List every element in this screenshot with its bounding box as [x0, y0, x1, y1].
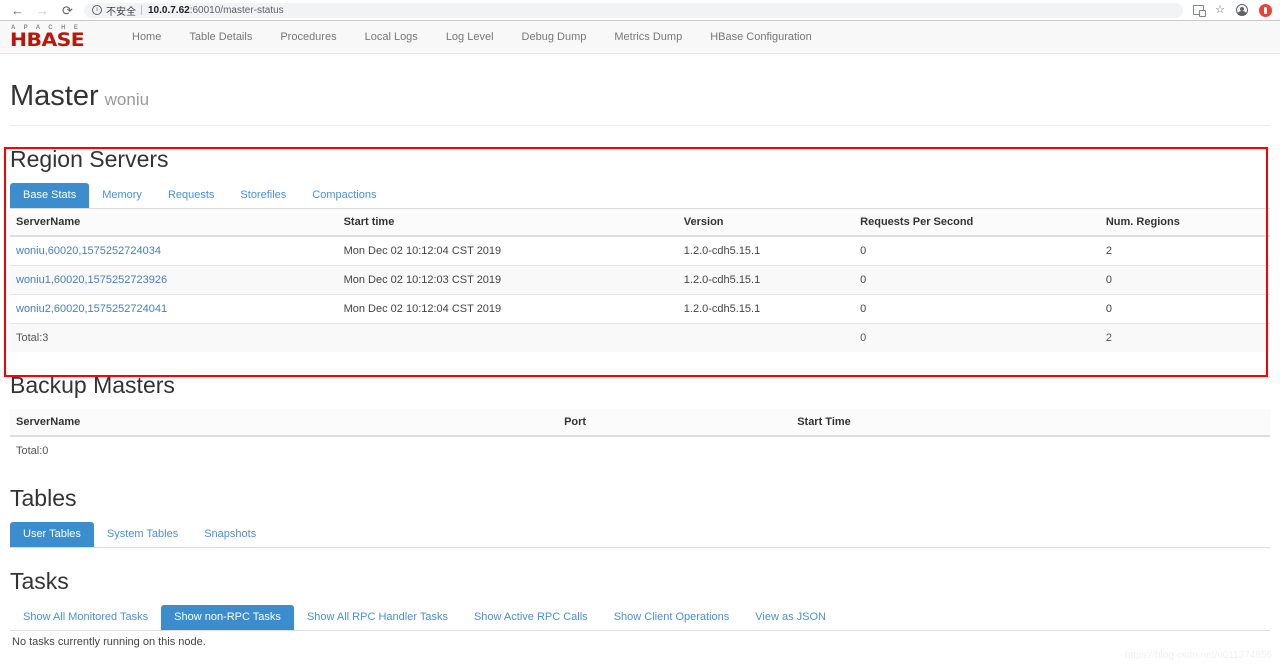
tab-user-tables[interactable]: User Tables	[10, 522, 94, 547]
nav-link-table-details[interactable]: Table Details	[175, 21, 266, 54]
table-total-row: Total:3 0 2	[10, 323, 1270, 352]
forward-icon[interactable]: →	[36, 4, 49, 17]
red-extension-icon[interactable]	[1259, 3, 1272, 17]
region-server-link[interactable]: woniu,60020,1575252724034	[16, 245, 161, 257]
tab-show-non-rpc-tasks[interactable]: Show non-RPC Tasks	[161, 605, 294, 630]
column-header-start-time: Start time	[337, 209, 678, 237]
cell-servername: woniu2,60020,1575252724041	[10, 294, 338, 324]
hbase-navbar: A P A C H E HBASE Home Table Details Pro…	[0, 21, 1280, 54]
watermark-text: https://blog.csdn.net/u011374856	[1124, 650, 1272, 661]
cell-servername: woniu,60020,1575252724034	[10, 235, 338, 266]
column-header-num-regions: Num. Regions	[1099, 209, 1270, 237]
tab-snapshots[interactable]: Snapshots	[191, 522, 269, 547]
column-header-backup-start-time: Start Time	[791, 409, 1270, 437]
cell-version: 1.2.0-cdh5.15.1	[677, 235, 855, 266]
region-servers-heading: Region Servers	[10, 146, 169, 172]
table-header-row: ServerName Start time Version Requests P…	[10, 209, 1270, 237]
bookmark-star-icon[interactable]: ☆	[1215, 4, 1225, 16]
tab-show-client-operations[interactable]: Show Client Operations	[601, 605, 743, 630]
cell-total-label: Total:3	[10, 323, 338, 352]
backup-masters-table: ServerName Port Start Time Total:0	[10, 409, 1270, 465]
nav-link-metrics-dump[interactable]: Metrics Dump	[600, 21, 696, 54]
cell-start-time: Mon Dec 02 10:12:04 CST 2019	[337, 235, 678, 266]
nav-link-procedures[interactable]: Procedures	[266, 21, 350, 54]
cell-version: 1.2.0-cdh5.15.1	[677, 294, 855, 324]
nav-link-local-logs[interactable]: Local Logs	[351, 21, 432, 54]
navbar-links: Home Table Details Procedures Local Logs…	[118, 21, 826, 54]
cell-start-time: Mon Dec 02 10:12:03 CST 2019	[337, 265, 678, 295]
back-icon[interactable]: ←	[11, 4, 24, 17]
region-server-link[interactable]: woniu1,60020,1575252723926	[16, 274, 167, 286]
address-bar[interactable]: i 不安全 10.0.7.62 :60010/master-status	[84, 2, 1184, 18]
page-title: Master woniu	[10, 79, 1270, 117]
logo-hbase-text: HBASE	[10, 29, 85, 51]
page-header: Master woniu	[10, 79, 1270, 126]
tab-view-as-json[interactable]: View as JSON	[742, 605, 839, 630]
region-servers-tabs: Base Stats Memory Requests Storefiles Co…	[10, 183, 1270, 209]
tab-requests[interactable]: Requests	[155, 183, 227, 208]
page-title-text: Master	[10, 80, 99, 112]
cell-num-regions: 2	[1099, 235, 1270, 266]
tab-show-all-monitored-tasks[interactable]: Show All Monitored Tasks	[10, 605, 161, 630]
tab-show-all-rpc-handler-tasks[interactable]: Show All RPC Handler Tasks	[294, 605, 461, 630]
tab-show-active-rpc-calls[interactable]: Show Active RPC Calls	[461, 605, 601, 630]
site-info-icon[interactable]: i	[92, 5, 102, 15]
region-server-link[interactable]: woniu2,60020,1575252724041	[16, 303, 167, 315]
nav-link-hbase-configuration[interactable]: HBase Configuration	[696, 21, 826, 54]
tasks-heading: Tasks	[10, 568, 69, 594]
cell-version: 1.2.0-cdh5.15.1	[677, 265, 855, 295]
cell-total-requests-per-second: 0	[854, 323, 1100, 352]
cell-servername: woniu1,60020,1575252723926	[10, 265, 338, 295]
tasks-empty-message: No tasks currently running on this node.	[12, 636, 206, 648]
tables-heading: Tables	[10, 485, 77, 511]
cell-num-regions: 0	[1099, 265, 1270, 295]
table-row: woniu1,60020,1575252723926 Mon Dec 02 10…	[10, 265, 1270, 295]
tables-tabs: User Tables System Tables Snapshots	[10, 522, 1270, 548]
nav-link-log-level[interactable]: Log Level	[432, 21, 508, 54]
url-host: 10.0.7.62	[148, 4, 190, 16]
column-header-version: Version	[677, 209, 855, 237]
nav-link-home[interactable]: Home	[118, 21, 175, 54]
table-total-row: Total:0	[10, 435, 1270, 465]
cell-backup-total-start-time	[791, 435, 1270, 465]
tab-storefiles[interactable]: Storefiles	[227, 183, 299, 208]
security-status-label: 不安全	[106, 6, 136, 18]
region-servers-table: ServerName Start time Version Requests P…	[10, 209, 1270, 352]
column-header-servername: ServerName	[10, 209, 338, 237]
cell-requests-per-second: 0	[854, 265, 1100, 295]
column-header-requests-per-second: Requests Per Second	[854, 209, 1100, 237]
hbase-logo[interactable]: A P A C H E HBASE	[10, 25, 100, 50]
tab-compactions[interactable]: Compactions	[299, 183, 389, 208]
tab-system-tables[interactable]: System Tables	[94, 522, 191, 547]
browser-nav-buttons: ← → ⟳	[6, 4, 84, 17]
cell-total-version	[677, 323, 855, 352]
reload-icon[interactable]: ⟳	[61, 4, 74, 17]
tab-memory[interactable]: Memory	[89, 183, 155, 208]
nav-link-debug-dump[interactable]: Debug Dump	[508, 21, 601, 54]
backup-masters-heading: Backup Masters	[10, 372, 175, 398]
tab-base-stats[interactable]: Base Stats	[10, 183, 90, 208]
page-subtitle: woniu	[104, 90, 150, 109]
cell-total-num-regions: 2	[1099, 323, 1270, 352]
cell-backup-total-label: Total:0	[10, 435, 559, 465]
browser-action-icons: ☆	[1183, 3, 1274, 17]
table-header-row: ServerName Port Start Time	[10, 409, 1270, 437]
translate-icon[interactable]	[1193, 5, 1207, 17]
browser-toolbar: ← → ⟳ i 不安全 10.0.7.62 :60010/master-stat…	[0, 0, 1280, 21]
url-path: :60010/master-status	[189, 4, 284, 16]
column-header-backup-servername: ServerName	[10, 409, 559, 437]
cell-start-time: Mon Dec 02 10:12:04 CST 2019	[337, 294, 678, 324]
cell-num-regions: 0	[1099, 294, 1270, 324]
table-row: woniu,60020,1575252724034 Mon Dec 02 10:…	[10, 235, 1270, 266]
page-container: Master woniu Region Servers Base Stats Me…	[0, 79, 1280, 648]
cell-total-start-time	[337, 323, 678, 352]
table-row: woniu2,60020,1575252724041 Mon Dec 02 10…	[10, 294, 1270, 324]
cell-requests-per-second: 0	[854, 294, 1100, 324]
omnibox-divider	[141, 5, 142, 15]
cell-requests-per-second: 0	[854, 235, 1100, 266]
column-header-backup-port: Port	[558, 409, 792, 437]
profile-avatar-icon[interactable]	[1236, 4, 1248, 16]
cell-backup-total-port	[558, 435, 792, 465]
tasks-tabs: Show All Monitored Tasks Show non-RPC Ta…	[10, 605, 1270, 631]
